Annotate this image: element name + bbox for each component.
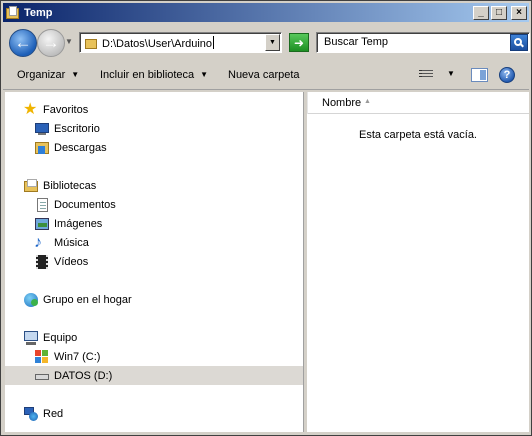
desktop-icon: [34, 121, 50, 137]
address-bar[interactable]: D:\Datos\User\Arduino ▼: [79, 32, 282, 53]
nav-homegroup[interactable]: Grupo en el hogar: [23, 291, 132, 309]
nav-item-pictures[interactable]: Imágenes: [34, 215, 102, 233]
nav-item-documents[interactable]: Documentos: [34, 196, 116, 214]
go-button[interactable]: ➜: [289, 33, 309, 52]
navigation-pane[interactable]: ★ Favoritos Escritorio Descargas Bibliot…: [5, 92, 304, 432]
libraries-icon: [23, 178, 39, 194]
maximize-button[interactable]: □: [491, 5, 507, 20]
network-icon: [23, 406, 39, 422]
include-in-library-menu[interactable]: Incluir en biblioteca ▼: [100, 69, 208, 81]
address-row: ← → ▼ D:\Datos\User\Arduino ▼ ➜ Buscar T…: [3, 23, 530, 61]
nav-favorites[interactable]: ★ Favoritos: [23, 101, 88, 119]
sort-ascending-icon: ▲: [364, 98, 371, 105]
help-button[interactable]: ?: [499, 67, 515, 83]
address-dropdown-button[interactable]: ▼: [265, 34, 280, 51]
chevron-down-icon: ▼: [269, 39, 276, 46]
command-bar: Organizar ▼ Incluir en biblioteca ▼ Nueva …: [3, 63, 529, 90]
chevron-down-icon: ▼: [71, 70, 80, 79]
back-button[interactable]: ←: [9, 29, 37, 57]
nav-item-music[interactable]: ♪ Música: [34, 234, 89, 252]
address-path[interactable]: D:\Datos\User\Arduino: [102, 36, 215, 50]
arrow-right-icon: ➜: [293, 35, 305, 50]
chevron-down-icon: ▼: [200, 70, 209, 79]
nav-item-drive-c[interactable]: Win7 (C:): [34, 348, 100, 366]
videos-icon: [34, 254, 50, 270]
folder-icon: [6, 5, 20, 20]
nav-item-downloads[interactable]: Descargas: [34, 139, 107, 157]
nav-item-videos[interactable]: Vídeos: [34, 253, 88, 271]
folder-icon: [85, 37, 97, 49]
help-icon: ?: [503, 69, 511, 81]
nav-libraries[interactable]: Bibliotecas: [23, 177, 96, 195]
close-button[interactable]: ×: [511, 5, 527, 20]
nav-item-desktop[interactable]: Escritorio: [34, 120, 100, 138]
downloads-icon: [34, 140, 50, 156]
column-header-name[interactable]: Nombre ▲: [307, 92, 529, 114]
preview-pane-button[interactable]: [471, 68, 488, 82]
new-folder-button[interactable]: Nueva carpeta: [228, 69, 300, 81]
view-options-icon[interactable]: [419, 70, 433, 81]
explorer-window: Temp _ □ × ← → ▼ D:\Datos\User\Arduino ▼…: [0, 0, 532, 436]
nav-network[interactable]: Red: [23, 405, 63, 423]
pictures-icon: [34, 216, 50, 232]
window-title: Temp: [24, 6, 53, 19]
arrow-right-icon: →: [42, 33, 60, 52]
search-placeholder: Buscar Temp: [324, 36, 388, 48]
recent-pages-dropdown[interactable]: ▼: [65, 37, 75, 49]
nav-computer[interactable]: Equipo: [23, 329, 77, 347]
search-input[interactable]: Buscar Temp: [316, 32, 530, 53]
drive-icon: [34, 368, 50, 384]
arrow-left-icon: ←: [14, 33, 32, 52]
music-icon: ♪: [34, 234, 42, 251]
minimize-button[interactable]: _: [473, 5, 489, 20]
star-icon: ★: [23, 101, 38, 118]
file-list-pane[interactable]: Nombre ▲ Esta carpeta está vacía.: [307, 92, 529, 432]
computer-icon: [23, 330, 39, 346]
title-bar[interactable]: Temp _ □ ×: [3, 3, 529, 22]
view-dropdown-icon[interactable]: ▼: [447, 69, 455, 78]
organize-menu[interactable]: Organizar ▼: [17, 69, 79, 81]
homegroup-icon: [23, 292, 39, 308]
windows-drive-icon: [34, 349, 50, 365]
empty-folder-message: Esta carpeta está vacía.: [358, 129, 477, 141]
column-header-label: Nombre: [322, 97, 362, 109]
search-button[interactable]: [510, 34, 528, 51]
nav-item-drive-d[interactable]: DATOS (D:): [5, 366, 303, 385]
forward-button[interactable]: →: [37, 29, 65, 57]
documents-icon: [34, 197, 50, 213]
